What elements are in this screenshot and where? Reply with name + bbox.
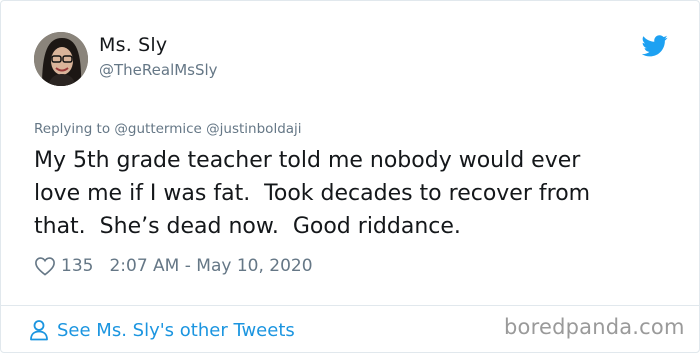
replying-to-line: Replying to @guttermice @justinboldaji (34, 121, 302, 137)
tweet-card: Ms. Sly @TheRealMsSly Replying to @gutte… (0, 0, 700, 353)
author-handle[interactable]: @TheRealMsSly (99, 61, 218, 79)
see-other-tweets-label: See Ms. Sly's other Tweets (57, 319, 295, 341)
watermark: boredpanda.com (504, 315, 685, 339)
heart-icon[interactable] (34, 256, 56, 276)
tweet-text-line: My 5th grade teacher told me nobody woul… (34, 148, 581, 173)
mention-link[interactable]: @justinboldaji (206, 121, 301, 137)
tweet-text-line: that. She’s dead now. Good riddance. (34, 214, 461, 239)
person-icon (30, 320, 48, 341)
twitter-bird-icon[interactable] (642, 35, 668, 57)
see-other-tweets-link[interactable]: See Ms. Sly's other Tweets (29, 317, 295, 343)
replying-to-label: Replying to (34, 121, 115, 137)
author-name[interactable]: Ms. Sly (99, 34, 167, 56)
tweet-meta: 135 2:07 AM - May 10, 2020 (34, 254, 313, 278)
mention-link[interactable]: @guttermice (114, 121, 201, 137)
like-count[interactable]: 135 (61, 256, 93, 276)
tweet-text-line: love me if I was fat. Took decades to re… (34, 181, 591, 206)
tweet-text: My 5th grade teacher told me nobody woul… (34, 144, 684, 243)
avatar[interactable] (34, 32, 88, 86)
tweet-timestamp[interactable]: 2:07 AM - May 10, 2020 (109, 256, 312, 276)
footer-divider (1, 305, 699, 306)
avatar-image (34, 32, 88, 86)
